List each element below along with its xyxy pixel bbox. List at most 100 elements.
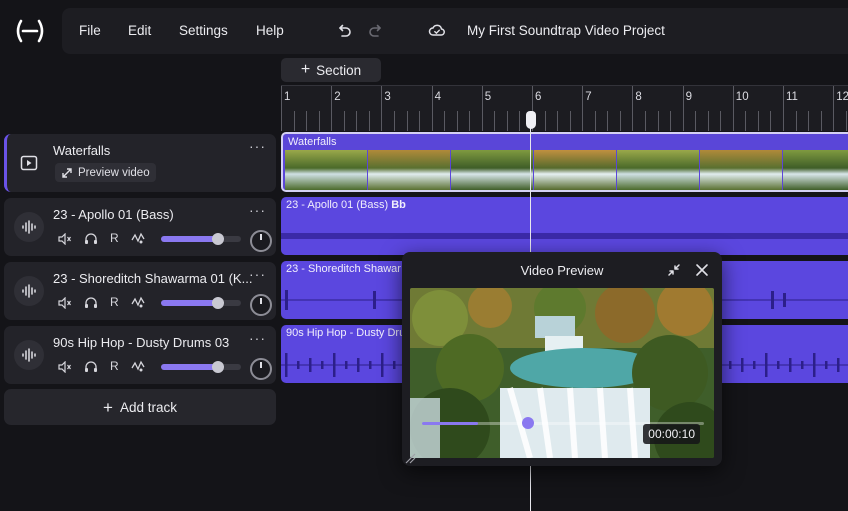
ruler-tick <box>632 86 634 131</box>
ruler-bar-number: 12 <box>836 91 848 103</box>
more-options-icon[interactable]: ··· <box>249 266 266 282</box>
undo-icon[interactable] <box>335 22 353 40</box>
ruler-tick <box>431 86 433 131</box>
track-name[interactable]: 23 - Shoreditch Shawarma 01 (K... <box>53 271 253 286</box>
more-options-icon[interactable]: ··· <box>249 330 266 346</box>
ruler-subtick <box>569 111 571 131</box>
ruler-subtick <box>343 111 345 131</box>
more-options-icon[interactable]: ··· <box>249 138 266 154</box>
ruler-subtick <box>368 111 370 131</box>
mute-icon[interactable] <box>58 233 72 245</box>
menu-bar: File Edit Settings Help My First Soundtr… <box>62 8 848 54</box>
menu-edit[interactable]: Edit <box>128 23 151 38</box>
headphones-icon[interactable] <box>84 360 98 373</box>
section-label: Section <box>316 62 362 78</box>
cloud-check-icon[interactable] <box>428 22 446 40</box>
video-preview-window[interactable]: Video Preview 00:00:10 <box>402 252 722 466</box>
ruler-tick <box>331 86 333 131</box>
volume-slider[interactable] <box>161 297 241 309</box>
video-timecode: 00:00:10 <box>643 424 700 444</box>
video-frame[interactable]: 00:00:10 <box>410 288 714 458</box>
track-name[interactable]: 90s Hip Hop - Dusty Drums 03 <box>53 335 253 350</box>
mute-icon[interactable] <box>58 297 72 309</box>
ruler-subtick <box>607 111 609 131</box>
ruler-subtick <box>444 111 446 131</box>
ruler-subtick <box>506 111 508 131</box>
ruler-tick <box>481 86 483 131</box>
video-thumbnail <box>368 150 450 190</box>
track-header-waterfalls[interactable]: Waterfalls ··· Preview video <box>4 134 276 192</box>
headphones-icon[interactable] <box>84 232 98 245</box>
close-icon[interactable] <box>693 261 711 279</box>
ruler-tick <box>582 86 584 131</box>
playhead-handle[interactable] <box>526 111 536 129</box>
ruler-subtick <box>670 111 672 131</box>
ruler-bar-number: 4 <box>434 91 441 103</box>
ruler-subtick <box>318 111 320 131</box>
automation-icon[interactable] <box>131 231 145 245</box>
video-thumbnail <box>783 150 848 190</box>
clip-label: 90s Hip Hop - Dusty Dru <box>286 327 406 339</box>
track-header-shoreditch[interactable]: 23 - Shoreditch Shawarma 01 (K... ··· R <box>4 262 276 320</box>
track-name[interactable]: Waterfalls <box>53 143 253 158</box>
ruler-bar-number: 7 <box>585 91 592 103</box>
ruler-subtick <box>619 111 621 131</box>
waveform <box>281 233 848 239</box>
audio-track-icon <box>14 340 44 370</box>
audio-clip-bass[interactable]: 23 - Apollo 01 (Bass) Bb <box>281 197 848 255</box>
ruler-bar-number: 1 <box>284 91 291 103</box>
ruler-subtick <box>393 111 395 131</box>
video-track-icon <box>14 148 44 178</box>
project-title[interactable]: My First Soundtrap Video Project <box>467 23 665 38</box>
video-clip[interactable]: Waterfalls <box>281 132 848 192</box>
ruler-subtick <box>594 111 596 131</box>
ruler-bar-number: 3 <box>384 91 391 103</box>
ruler-subtick <box>519 111 521 131</box>
ruler-subtick <box>293 111 295 131</box>
video-thumbnail <box>451 150 533 190</box>
menu-help[interactable]: Help <box>256 23 284 38</box>
automation-icon[interactable] <box>131 359 145 373</box>
pan-knob[interactable] <box>250 230 272 252</box>
menu-file[interactable]: File <box>79 23 101 38</box>
ruler-subtick <box>757 111 759 131</box>
volume-slider[interactable] <box>161 233 241 245</box>
clip-label: Waterfalls <box>288 136 337 148</box>
track-name[interactable]: 23 - Apollo 01 (Bass) <box>53 207 253 222</box>
ruler-bar-number: 2 <box>334 91 341 103</box>
record-arm-button[interactable]: R <box>110 295 119 309</box>
clip-label: 23 - Shoreditch Shawar <box>286 263 401 275</box>
preview-video-button[interactable]: Preview video <box>55 163 156 182</box>
automation-icon[interactable] <box>131 295 145 309</box>
more-options-icon[interactable]: ··· <box>249 202 266 218</box>
pan-knob[interactable] <box>250 294 272 316</box>
video-thumbnail <box>700 150 782 190</box>
video-thumbnail <box>617 150 699 190</box>
expand-icon <box>62 167 72 178</box>
ruler-bar-number: 11 <box>786 91 798 103</box>
ruler-bar-number: 6 <box>535 91 542 103</box>
minimize-icon[interactable] <box>665 261 683 279</box>
ruler-subtick <box>406 111 408 131</box>
ruler-subtick <box>644 111 646 131</box>
pan-knob[interactable] <box>250 358 272 380</box>
track-header-dusty-drums[interactable]: 90s Hip Hop - Dusty Drums 03 ··· R <box>4 326 276 384</box>
resize-handle-icon[interactable] <box>404 452 416 464</box>
volume-slider[interactable] <box>161 361 241 373</box>
timeline-ruler[interactable]: 1 2 3 4 5 6 7 8 9 10 11 12 <box>281 85 848 131</box>
add-track-button[interactable]: + Add track <box>4 389 276 425</box>
track-header-apollo-bass[interactable]: 23 - Apollo 01 (Bass) ··· R <box>4 198 276 256</box>
add-section-button[interactable]: + Section <box>281 58 381 82</box>
menu-settings[interactable]: Settings <box>179 23 228 38</box>
soundtrap-logo-icon[interactable] <box>14 18 46 44</box>
ruler-subtick <box>720 111 722 131</box>
ruler-subtick <box>494 111 496 131</box>
ruler-subtick <box>456 111 458 131</box>
redo-icon[interactable] <box>367 22 385 40</box>
headphones-icon[interactable] <box>84 296 98 309</box>
record-arm-button[interactable]: R <box>110 359 119 373</box>
record-arm-button[interactable]: R <box>110 231 119 245</box>
video-thumbnail <box>534 150 616 190</box>
mute-icon[interactable] <box>58 361 72 373</box>
ruler-bar-number: 5 <box>484 91 492 103</box>
